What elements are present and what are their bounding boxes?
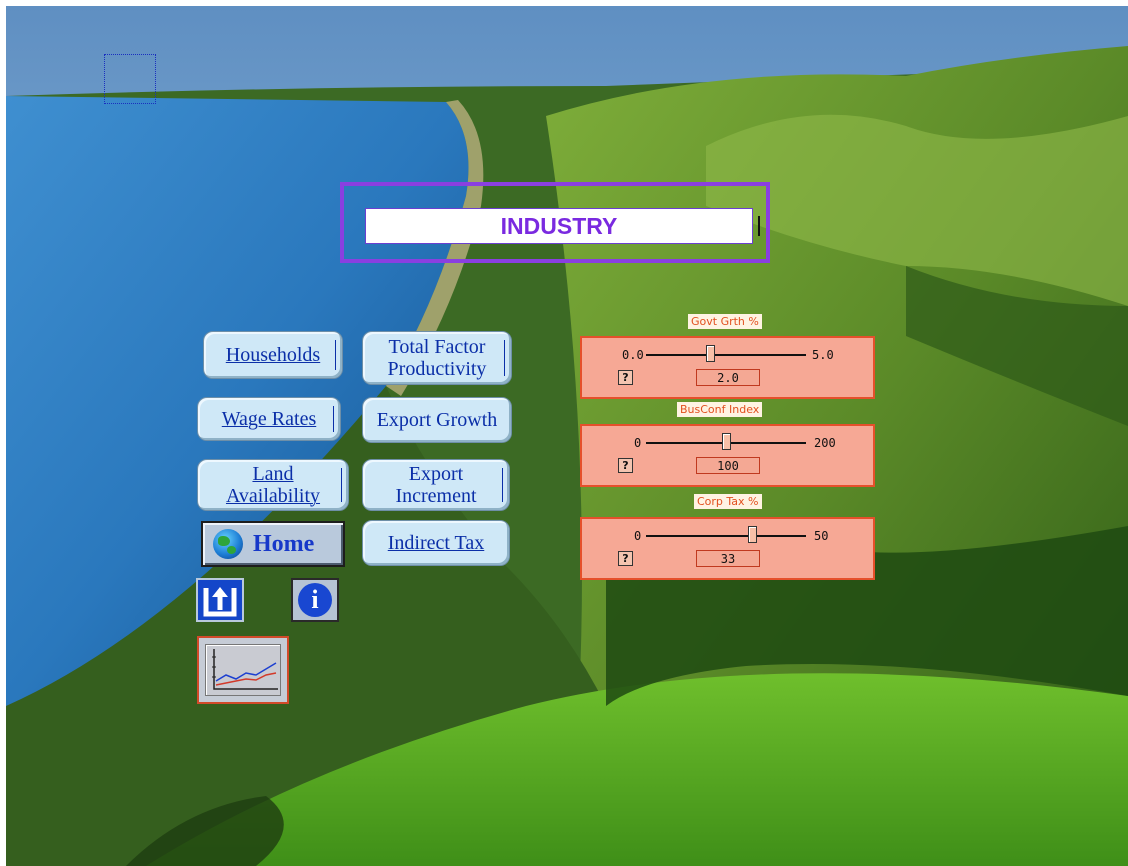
text-cursor [502, 468, 503, 502]
text-cursor [335, 340, 336, 370]
home-label: Home [253, 530, 315, 557]
text-cursor [333, 406, 334, 432]
selection-marquee [104, 54, 156, 104]
slider-min: 0 [634, 436, 642, 450]
export-growth-button[interactable]: Export Growth [362, 397, 512, 443]
total-factor-productivity-button[interactable]: Total Factor Productivity [362, 331, 512, 385]
slider-value-field[interactable]: 100 [696, 457, 760, 474]
slider-track[interactable] [646, 535, 806, 537]
slider-max: 200 [814, 436, 836, 450]
graph-button[interactable] [197, 636, 289, 704]
wage-rates-label: Wage Rates [221, 408, 317, 430]
slider-track[interactable] [646, 354, 806, 356]
slider-panel-govt-growth: 0.0 5.0 ? 2.0 [580, 336, 875, 399]
title-cursor [758, 216, 760, 236]
info-glyph: i [311, 585, 319, 614]
help-button[interactable]: ? [618, 370, 633, 385]
slider-max: 50 [814, 529, 829, 543]
title-bar: INDUSTRY [365, 208, 753, 244]
line-chart-icon [212, 649, 278, 690]
title-panel: INDUSTRY [340, 182, 770, 263]
slider-min: 0 [634, 529, 642, 543]
slider-panel-corp-tax: 0 50 ? 33 [580, 517, 875, 580]
slider-panel-busconf-index: 0 200 ? 100 [580, 424, 875, 487]
graph-button-face [205, 644, 281, 696]
info-icon: i [298, 583, 332, 617]
households-label: Households [225, 344, 321, 366]
globe-icon [213, 529, 243, 559]
info-button[interactable]: i [291, 578, 339, 622]
slider-value-field[interactable]: 2.0 [696, 369, 760, 386]
slider-label-busconf-index: BusConf Index [677, 402, 763, 417]
help-button[interactable]: ? [618, 458, 633, 473]
households-button[interactable]: Households [203, 331, 343, 379]
slider-value-field[interactable]: 33 [696, 550, 760, 567]
slider-thumb[interactable] [747, 526, 757, 543]
up-button[interactable] [196, 578, 244, 622]
slider-label-govt-growth: Govt Grth % [688, 314, 762, 329]
land-availability-label: Land Availability [225, 463, 321, 507]
export-increment-button[interactable]: Export Increment [362, 459, 510, 511]
up-arrow-icon [203, 587, 237, 617]
export-increment-label: Export Increment [395, 463, 477, 507]
total-factor-productivity-label: Total Factor Productivity [387, 336, 487, 380]
land-availability-button[interactable]: Land Availability [197, 459, 349, 511]
text-cursor [504, 340, 505, 376]
indirect-tax-button[interactable]: Indirect Tax [362, 520, 510, 566]
wage-rates-button[interactable]: Wage Rates [197, 397, 341, 441]
help-button[interactable]: ? [618, 551, 633, 566]
slider-thumb[interactable] [706, 345, 715, 362]
slider-label-corp-tax: Corp Tax % [694, 494, 762, 509]
home-button[interactable]: Home [201, 521, 345, 567]
page-title: INDUSTRY [500, 212, 618, 239]
text-cursor [341, 468, 342, 502]
slider-min: 0.0 [622, 348, 644, 362]
slider-thumb[interactable] [722, 433, 731, 450]
landscape-background [6, 6, 1128, 866]
export-growth-label: Export Growth [376, 409, 498, 431]
indirect-tax-label: Indirect Tax [387, 532, 485, 554]
slider-max: 5.0 [812, 348, 834, 362]
